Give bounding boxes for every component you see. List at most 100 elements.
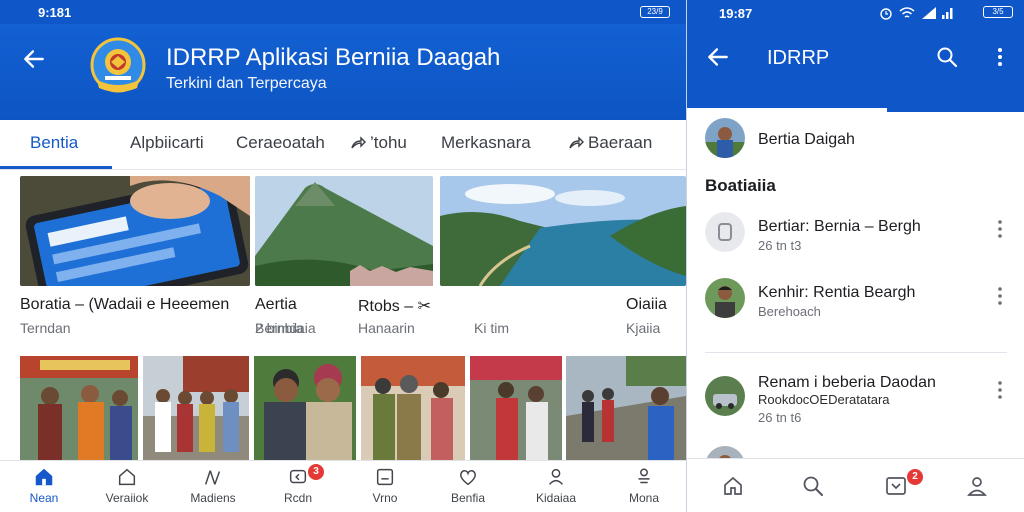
battery-icon: 23/9 — [640, 6, 670, 18]
home-icon[interactable] — [721, 474, 745, 498]
nav-benfia[interactable]: Benfia — [428, 466, 508, 505]
card-meta: 2 bimdaia — [255, 320, 316, 336]
nav-label: Madiens — [190, 491, 236, 505]
list-item-title: Bertiar: Bernia – Bergh — [758, 218, 921, 235]
device-avatar — [705, 212, 745, 252]
nav-veraiiok[interactable]: Veraiiok — [87, 466, 167, 505]
tab-ceraeoatah[interactable]: Ceraeoatah — [236, 133, 325, 153]
card-meta: Hanaarin — [358, 320, 415, 336]
status-bar: 19:87 3/5 — [687, 0, 1024, 26]
phone-app-photo — [20, 176, 250, 286]
news-card[interactable]: Aertia Bernbia Rtobs – ✂ 2 bimdaia Hanaa… — [255, 176, 433, 336]
cell-bars-icon — [942, 8, 953, 19]
app-title: IDRRP Aplikasi Berniia Daagah — [166, 44, 501, 71]
card-title: Boratia – (Wadaii e Heeemen — [20, 296, 230, 313]
profile-name[interactable]: Bertia Daigah — [758, 131, 855, 149]
news-card[interactable]: Boratia – (Wadaii e Heeemen Terndan — [20, 176, 250, 336]
active-tab-indicator — [0, 166, 112, 169]
nav-vrno[interactable]: Vrno — [345, 466, 425, 505]
tab-merkasnara[interactable]: Merkasnara — [441, 133, 531, 153]
category-tabs: Bentia Alpbiicarti Ceraeoatah ’tohu Merk… — [0, 120, 686, 170]
village-street-photo[interactable] — [361, 356, 465, 460]
community-event-photo[interactable] — [470, 356, 562, 460]
tab-baeraan[interactable]: Baeraan — [568, 133, 652, 153]
tab-label: Alpbiicarti — [130, 133, 204, 152]
list-item-subtitle: 26 tn t3 — [758, 238, 802, 253]
tab-label: Bentia — [30, 133, 79, 152]
man-avatar — [705, 278, 745, 318]
list-item-date: 26 tn t6 — [758, 410, 802, 425]
more-vert-icon[interactable] — [997, 219, 1003, 239]
bottom-nav: Nean Veraiiok Madiens 3 Rcdn Vrno Benfia… — [0, 460, 686, 512]
notification-badge: 2 — [907, 469, 923, 485]
nav-mona[interactable]: Mona — [604, 466, 684, 505]
search-icon[interactable] — [801, 474, 825, 498]
status-bar: 9:181 23/9 — [0, 0, 686, 24]
village-elders-photo[interactable] — [254, 356, 356, 460]
share-icon — [351, 136, 366, 149]
search-icon[interactable] — [935, 45, 959, 69]
profile-avatar[interactable] — [705, 118, 745, 158]
volcano-photo — [255, 176, 433, 286]
nav-kidaiaa[interactable]: Kidaiaa — [516, 466, 596, 505]
battery-icon: 3/5 — [983, 6, 1013, 18]
tab-bentia[interactable]: Bentia — [30, 133, 78, 153]
list-item-title: Kenhir: Rentia Beargh — [758, 284, 916, 301]
tab-tohu[interactable]: ’tohu — [350, 133, 407, 153]
news-card[interactable]: Ki tim Oiaiia Kjaiia — [440, 176, 686, 336]
profile-icon[interactable] — [965, 474, 989, 498]
app-subtitle: Terkini dan Terpercaya — [166, 75, 327, 92]
card-title: Oiaiia — [626, 296, 667, 313]
nav-madiens[interactable]: Madiens — [173, 466, 253, 505]
tab-label: Merkasnara — [441, 133, 531, 152]
car-avatar — [705, 376, 745, 416]
nav-label: Benfia — [450, 491, 486, 505]
left-screen: 9:181 23/9 IDRRP Aplikasi Berniia Daagah… — [0, 0, 686, 512]
nav-label: Nean — [29, 491, 59, 505]
status-time: 9:181 — [38, 5, 72, 20]
tab-label: Ceraeoatah — [236, 133, 325, 152]
more-vert-icon[interactable] — [997, 380, 1003, 400]
bottom-nav: 2 — [687, 458, 1024, 512]
nav-rcdn[interactable]: 3 Rcdn — [258, 464, 338, 505]
app-logo-icon — [90, 37, 146, 93]
nav-label: Kidaiaa — [535, 491, 577, 505]
card-title: Aertia — [255, 296, 297, 313]
notification-badge: 3 — [308, 464, 324, 480]
pen-icon — [204, 470, 221, 485]
nav-label: Rcdn — [283, 491, 312, 505]
video-icon — [376, 468, 394, 486]
header-tab-edge — [887, 96, 1024, 112]
divider — [705, 352, 1007, 353]
menu-person-icon — [638, 468, 650, 484]
section-heading: Boatiaiia — [705, 176, 776, 195]
coastal-bay-photo — [440, 176, 686, 286]
nav-label: Vrno — [372, 491, 398, 505]
list-item-subtitle: RookdocOEDeratatara — [758, 392, 890, 407]
house-outline-icon — [118, 468, 136, 486]
list-item-title: Renam i beberia Daodan — [758, 374, 936, 391]
nav-home[interactable]: Nean — [4, 466, 84, 505]
nav-label: Mona — [628, 491, 660, 505]
signal-icon — [922, 7, 936, 19]
nav-label: Veraiiok — [105, 491, 149, 505]
tab-label: ’tohu — [370, 133, 407, 152]
card-meta: Kjaiia — [626, 320, 661, 336]
card-title: Rtobs – ✂ — [358, 298, 431, 315]
back-arrow-icon[interactable] — [21, 46, 47, 72]
tab-alpbiicarti[interactable]: Alpbiicarti — [130, 133, 204, 153]
list-item-subtitle: Berehoach — [758, 304, 821, 319]
back-arrow-icon[interactable] — [705, 44, 731, 70]
road-gathering-photo[interactable] — [566, 356, 686, 460]
heart-icon — [460, 470, 476, 486]
tab-label: Baeraan — [588, 133, 653, 152]
news-grid: Boratia – (Wadaii e Heeemen Terndan Aert… — [0, 176, 686, 346]
officials-group-photo[interactable] — [143, 356, 249, 460]
inbox-icon[interactable] — [884, 474, 908, 498]
wifi-icon — [899, 7, 915, 18]
more-vert-icon[interactable] — [988, 45, 1012, 69]
more-vert-icon[interactable] — [997, 286, 1003, 306]
chat-icon — [289, 469, 307, 484]
share-icon — [569, 136, 584, 149]
people-market-photo[interactable] — [20, 356, 138, 460]
